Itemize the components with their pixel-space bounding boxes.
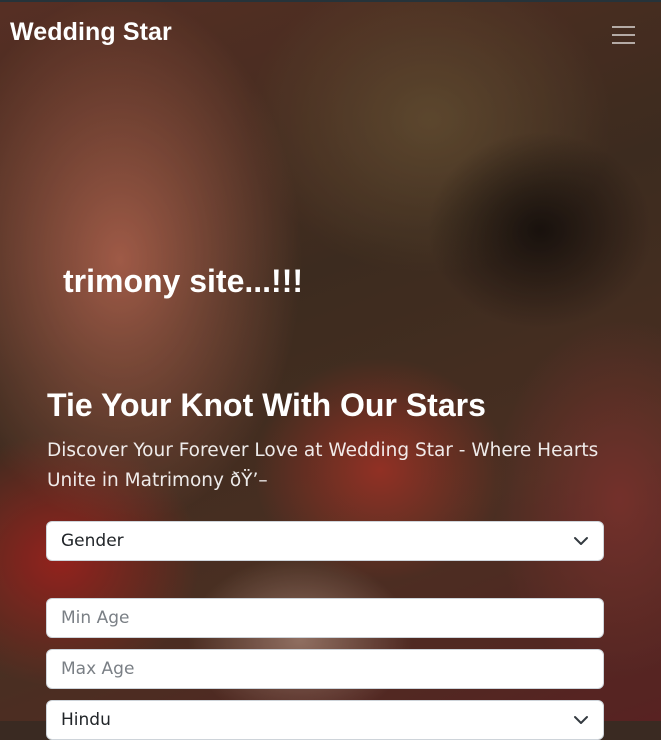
chevron-down-icon	[574, 716, 588, 724]
gender-select[interactable]: Gender	[46, 521, 604, 561]
gender-select-value: Gender	[61, 531, 124, 551]
hero-subheadline: Discover Your Forever Love at Wedding St…	[47, 440, 599, 491]
brand-logo-link[interactable]: Wedding Star	[10, 18, 172, 47]
min-age-field[interactable]	[46, 598, 604, 638]
min-age-input[interactable]	[61, 608, 589, 628]
typed-animated-text: trimony site...!!!	[63, 263, 304, 299]
hamburger-menu-button[interactable]	[606, 20, 640, 50]
max-age-field[interactable]	[46, 649, 604, 689]
navbar: Wedding Star	[0, 2, 661, 64]
religion-select-value: Hindu	[61, 710, 111, 730]
hero-headline: Tie Your Knot With Our Stars	[47, 387, 486, 423]
chevron-down-icon	[574, 537, 588, 545]
religion-select[interactable]: Hindu	[46, 700, 604, 740]
max-age-input[interactable]	[61, 659, 589, 679]
